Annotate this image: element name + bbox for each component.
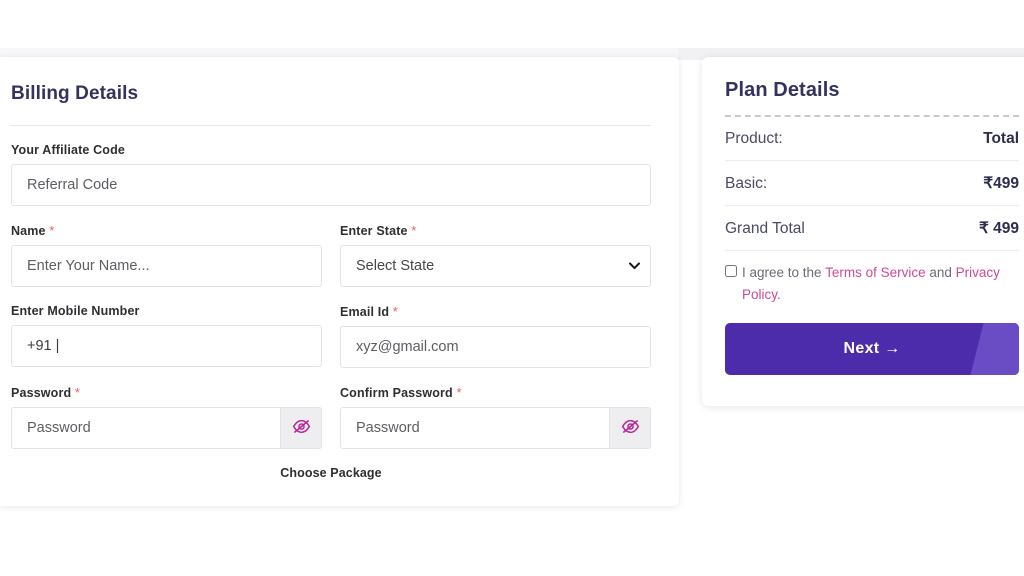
terms-suffix-text: . xyxy=(777,286,781,302)
name-required-asterisk: * xyxy=(49,223,55,238)
name-label: Name * xyxy=(11,223,322,238)
plan-row-basic: Basic: ₹499 xyxy=(725,161,1019,206)
email-input[interactable] xyxy=(340,326,651,368)
password-required-asterisk: * xyxy=(74,385,81,400)
affiliate-code-input[interactable] xyxy=(11,164,651,206)
confirm-password-field-group: Confirm Password * xyxy=(340,385,651,449)
choose-package-heading: Choose Package xyxy=(280,466,382,480)
state-select[interactable]: Select State xyxy=(340,245,651,287)
name-input[interactable] xyxy=(11,245,322,287)
confirm-password-label: Confirm Password * xyxy=(340,385,651,400)
confirm-password-input-wrapper xyxy=(340,407,651,449)
mobile-email-row: Enter Mobile Number Email Id * xyxy=(11,304,651,368)
eye-slash-icon xyxy=(621,419,640,437)
affiliate-code-field-group: Your Affiliate Code xyxy=(11,143,651,206)
terms-agreement-checkbox[interactable] xyxy=(725,265,737,277)
confirm-password-visibility-toggle-button[interactable] xyxy=(609,408,650,448)
confirm-password-input[interactable] xyxy=(341,408,609,448)
arrow-right-icon: → xyxy=(884,339,901,357)
name-field-group: Name * xyxy=(11,223,322,287)
state-select-wrapper: Select State xyxy=(340,245,651,287)
plan-row-key: Product: xyxy=(725,130,783,147)
state-label-text: Enter State xyxy=(340,224,408,238)
terms-middle-text: and xyxy=(925,265,956,280)
email-label: Email Id * xyxy=(340,304,651,319)
plan-row-key: Basic: xyxy=(725,174,768,192)
email-label-text: Email Id xyxy=(340,305,390,319)
eye-slash-icon xyxy=(292,419,311,437)
plan-row-grand-total: Grand Total ₹ 499 xyxy=(725,206,1019,251)
email-field-group: Email Id * xyxy=(340,304,651,368)
name-label-text: Name xyxy=(11,224,46,238)
terms-agreement-row: I agree to the Terms of Service and Priv… xyxy=(725,251,1019,306)
plan-row-value: ₹ 499 xyxy=(978,220,1019,237)
mobile-field-group: Enter Mobile Number xyxy=(11,304,322,368)
next-button[interactable]: Next → xyxy=(725,322,1019,375)
plan-details-title: Plan Details xyxy=(725,79,840,101)
confirm-password-required-asterisk: * xyxy=(456,385,462,400)
terms-of-service-link[interactable]: Terms of Service xyxy=(825,265,926,280)
plan-row-key: Grand Total xyxy=(725,219,805,237)
plan-row-value: Total xyxy=(983,130,1019,147)
checkout-page: Billing Details Your Affiliate Code Name… xyxy=(0,0,1024,576)
next-button-text: Next xyxy=(843,339,880,357)
name-state-row: Name * Enter State * Select State xyxy=(11,223,651,287)
password-field-group: Password * xyxy=(11,385,322,449)
state-label: Enter State * xyxy=(340,223,651,238)
billing-details-card: Billing Details Your Affiliate Code Name… xyxy=(0,57,679,506)
plan-row-value: ₹499 xyxy=(983,175,1019,192)
billing-details-title: Billing Details xyxy=(11,83,139,104)
password-input[interactable] xyxy=(12,408,280,448)
affiliate-code-label: Your Affiliate Code xyxy=(11,143,125,157)
state-field-group: Enter State * Select State xyxy=(340,223,651,287)
password-label-text: Password xyxy=(11,386,72,400)
password-input-wrapper xyxy=(11,407,322,449)
email-required-asterisk: * xyxy=(392,304,398,319)
mobile-label: Enter Mobile Number xyxy=(11,304,140,318)
terms-agreement-text: I agree to the Terms of Service and Priv… xyxy=(742,262,1019,306)
password-row: Password * Password Confirm Password * P… xyxy=(11,385,651,449)
next-button-label: Next → xyxy=(844,340,901,357)
state-required-asterisk: * xyxy=(411,223,417,238)
confirm-password-label-text: Confirm Password xyxy=(340,386,453,400)
next-button-accent-shape xyxy=(970,322,1019,375)
password-visibility-toggle-button[interactable] xyxy=(280,408,321,448)
plan-details-card: Plan Details Product: Total Basic: ₹499 … xyxy=(702,57,1024,406)
plan-row-product: Product: Total xyxy=(725,117,1019,161)
password-label: Password * xyxy=(11,385,322,400)
mobile-input[interactable] xyxy=(11,325,322,367)
terms-prefix-text: I agree to the xyxy=(742,265,826,280)
billing-title-divider xyxy=(11,125,651,126)
